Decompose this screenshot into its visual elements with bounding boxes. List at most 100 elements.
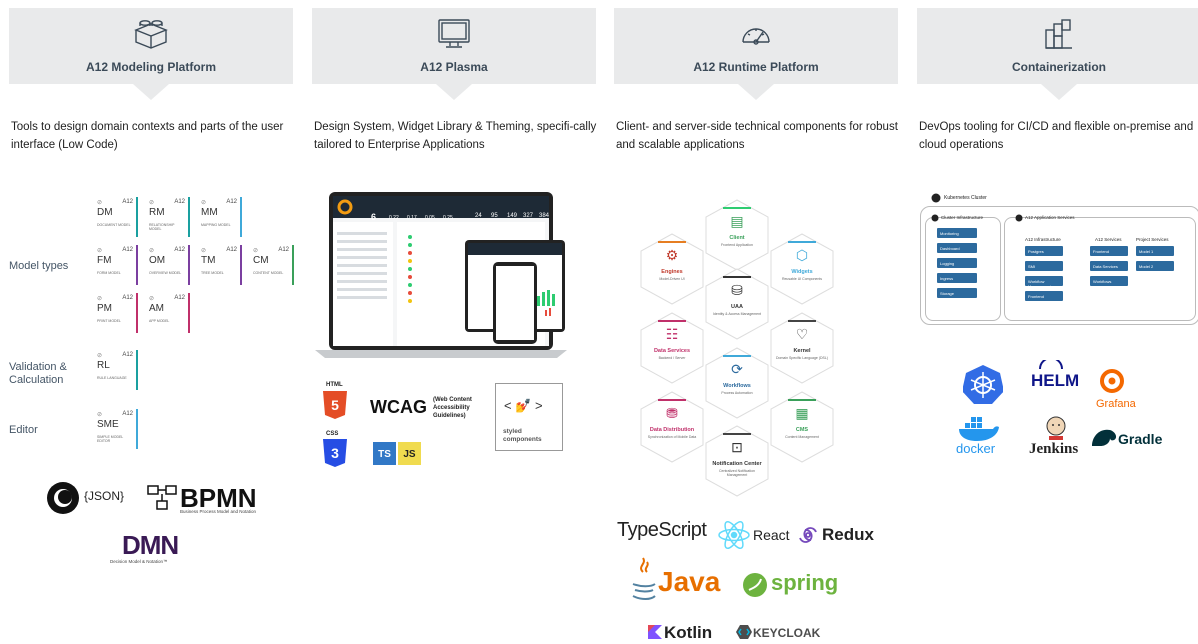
model-tile-am: ⊘ A12 AM APP MODEL (146, 293, 190, 333)
model-tile-rl: ⊘ A12 RL RULE LANGUAGE (94, 350, 138, 390)
docker-logo: docker (956, 441, 996, 456)
hex-widgets: ⬡ Widgets Reusable UI Components (770, 233, 834, 305)
hex-cms: ▦ CMS Content Management (770, 391, 834, 463)
react-logo: React (753, 527, 790, 543)
model-tile-icon: ⊘ (201, 248, 207, 254)
dash-value-1: 0.22 (389, 215, 399, 221)
helm-logo: HELM (1031, 371, 1080, 390)
hex-icon: ♡ (795, 326, 809, 342)
dash-value-5: 24 (475, 213, 482, 219)
styled-label: styled components (503, 428, 542, 443)
model-tile-sme: ⊘ A12 SME SIMPLE MODEL EDITOR (94, 409, 138, 449)
kotlin-logo: Kotlin (664, 623, 713, 642)
column-modeling: A12 Modeling Platform Tools to design do… (9, 8, 293, 151)
docker-icon (959, 417, 999, 441)
json-icon (47, 482, 79, 514)
column-description: Client- and server-side technical compon… (616, 121, 898, 151)
hex-icon: ⛁ (731, 282, 743, 298)
model-tile-code: TM (201, 255, 216, 266)
column-description: DevOps tooling for CI/CD and flexible on… (919, 121, 1194, 151)
react-icon (718, 520, 750, 550)
spring-icon (743, 573, 767, 597)
model-tile-code: RL (97, 360, 110, 371)
keycloak-logo: KEYCLOAK (753, 626, 821, 640)
hex-uaa: ⛁ UAA Identity & Access Management (705, 268, 769, 340)
model-tile-icon: ⊘ (149, 200, 155, 206)
model-tile-sub: SIMPLE MODEL EDITOR (97, 435, 124, 443)
model-tile-dm: ⊘ A12 DM DOCUMENT MODEL (94, 197, 138, 237)
model-tile-cm: ⊘ A12 CM CONTENT MODEL (250, 245, 294, 285)
dash-value-0: 6 (371, 212, 377, 222)
dash-value-9: 384 (539, 213, 550, 219)
jenkins-icon (1046, 416, 1066, 440)
redux-logo: Redux (822, 525, 874, 544)
model-tile-icon: ⊘ (97, 353, 103, 359)
model-tile-icon: ⊘ (97, 200, 103, 206)
project-services-label: Project Services (1136, 237, 1169, 242)
hex-sub: Domain Specific Language (DSL) (776, 356, 828, 360)
model-tile-icon: ⊘ (97, 248, 103, 254)
banner-title: A12 Runtime Platform (693, 60, 819, 74)
dash-value-8: 327 (523, 213, 534, 219)
k8s-item: Ingress (937, 273, 977, 283)
k8s-item: Monitoring (937, 228, 977, 238)
ts-badge: TS (373, 442, 396, 465)
model-tile-a12: A12 (122, 295, 133, 301)
model-tile-code: RM (149, 207, 165, 218)
k8s-item: Workflow Management (1025, 276, 1063, 289)
model-tile-code: FM (97, 255, 112, 266)
kotlin-icon (648, 625, 662, 639)
model-tile-sub: CONTENT MODEL (253, 271, 284, 275)
hex-icon: ▤ (730, 213, 744, 229)
bpmn-icon (147, 485, 177, 510)
hex-sub: Synchronization of Mobile Data (647, 435, 697, 439)
k8s-item: Frontend (1090, 246, 1128, 256)
model-tile-a12: A12 (122, 199, 133, 205)
monitor-icon (438, 19, 470, 48)
model-tile-tm: ⊘ A12 TM TREE MODEL (198, 245, 242, 285)
hex-title: Workflows (723, 383, 751, 389)
model-tile-sub: RULE LANGUAGE (97, 376, 127, 380)
model-tile-a12: A12 (278, 247, 289, 253)
hex-sub: Content Management (785, 435, 819, 439)
dash-value-3: 0.05 (425, 215, 435, 221)
grafana-icon (1100, 369, 1124, 393)
model-tile-code: PM (97, 303, 112, 314)
banner-title: A12 Modeling Platform (85, 60, 216, 74)
infra-label: Cluster Infrastructure (941, 215, 984, 220)
model-tile-pm: ⊘ A12 PM PRINT MODEL (94, 293, 138, 333)
wcag-label: WCAG (370, 397, 427, 417)
k8s-item: Dashboard (937, 243, 977, 253)
hex-notification-center: ⊡ Notification Center Centralized Notifica… (705, 425, 769, 497)
model-tile-sub: RELATIONSHIP MODEL (149, 223, 175, 231)
hex-icon: ⛃ (666, 405, 678, 421)
model-tile-om: ⊘ A12 OM OVERVIEW MODEL (146, 245, 190, 285)
model-tile-sub: MAPPING MODEL (201, 223, 231, 227)
model-tile-code: CM (253, 255, 269, 266)
dash-value-6: 95 (491, 213, 498, 219)
model-tile-code: MM (201, 207, 218, 218)
k8s-item: Workflows (1090, 276, 1128, 286)
a12-services-label: A12 Services (1095, 237, 1122, 242)
hex-engines: ⚙ Engines Model-Driven UI (640, 233, 704, 305)
hex-kernel: ♡ Kernel Domain Specific Language (DSL) (770, 312, 834, 384)
model-tile-code: OM (149, 255, 166, 266)
bpmn-logo (146, 484, 178, 517)
model-tile-code: DM (97, 207, 113, 218)
hex-icon: ⊡ (731, 439, 743, 455)
html-label: HTML (326, 382, 343, 388)
helm-icon (1039, 360, 1063, 370)
svg-text:5: 5 (331, 397, 339, 413)
banner-title: Containerization (1011, 60, 1106, 74)
model-tile-a12: A12 (174, 295, 185, 301)
model-tile-a12: A12 (122, 411, 133, 417)
java-logo: Java (658, 566, 721, 597)
hex-icon: ▦ (795, 405, 809, 421)
styled-components-box: < 💅 > styled components (495, 383, 563, 451)
kubernetes-cluster-panel: Kubernetes Cluster Cluster Infrastructur… (919, 193, 1198, 325)
a12-infra-label: A12 Infrastructure (1025, 237, 1061, 242)
banner-plasma: A12 Plasma (312, 8, 596, 100)
hex-client: ▤ Client Frontend Application (705, 199, 769, 271)
hex-icon: ⟳ (731, 361, 743, 377)
hex-sub: Backend / Server (658, 356, 686, 360)
